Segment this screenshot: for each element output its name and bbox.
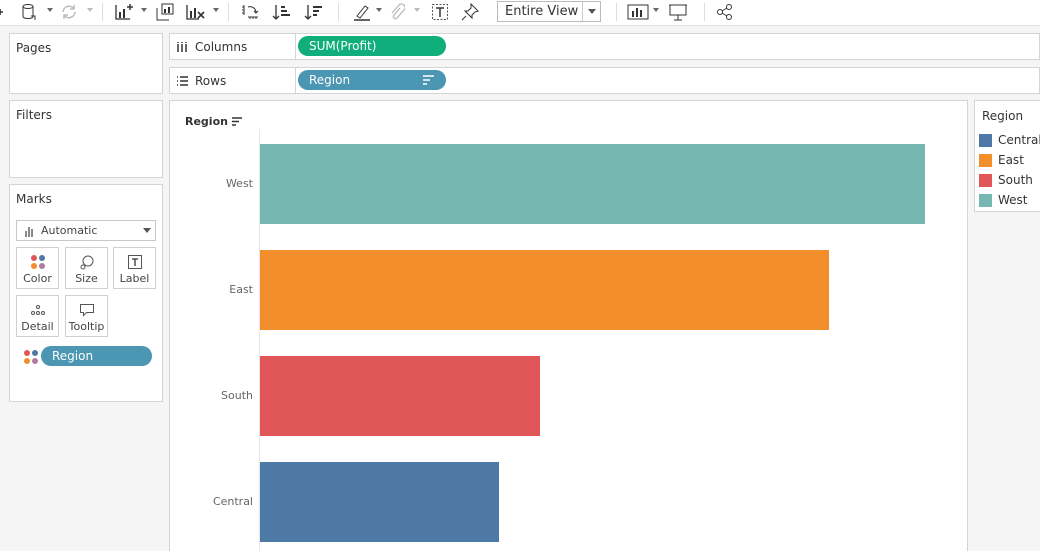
label-icon <box>127 252 143 272</box>
category-label-east[interactable]: East <box>229 283 253 296</box>
sum-profit-pill[interactable]: SUM(Profit) <box>298 36 446 56</box>
mark-type-select[interactable]: Automatic <box>16 220 156 241</box>
share-icon[interactable] <box>715 2 735 22</box>
size-label: Size <box>75 272 98 285</box>
color-button[interactable]: Color <box>16 247 59 289</box>
marks-title: Marks <box>16 192 52 206</box>
bar-central[interactable] <box>260 462 499 542</box>
rows-shelf-header: Rows <box>170 68 296 93</box>
filters-title: Filters <box>16 108 52 122</box>
toolbar-divider <box>616 3 617 21</box>
sort-ascending-icon[interactable] <box>272 2 292 22</box>
highlight-icon[interactable] <box>352 2 372 22</box>
labels-icon[interactable] <box>430 2 450 22</box>
label-button[interactable]: Label <box>113 247 156 289</box>
label-label: Label <box>119 272 150 285</box>
chart-area: Region West East South Central <box>169 100 968 551</box>
columns-icon <box>177 41 187 52</box>
filters-card[interactable]: Filters <box>9 100 163 178</box>
add-datasource-icon[interactable] <box>0 2 6 22</box>
view-mode-value: Entire View <box>505 4 579 19</box>
toolbar-divider <box>228 3 229 21</box>
toolbar-divider <box>338 3 339 21</box>
legend-item-central[interactable]: Central <box>979 133 1040 147</box>
legend-item-south[interactable]: South <box>979 173 1033 187</box>
presentation-icon[interactable] <box>668 2 688 22</box>
region-header-label: Region <box>185 115 228 128</box>
region-color-pill-label: Region <box>52 349 94 363</box>
detail-icon <box>30 300 46 320</box>
bar-south[interactable] <box>260 356 540 436</box>
toolbar-divider <box>704 3 705 21</box>
chevron-down-icon[interactable] <box>87 8 93 12</box>
chevron-down-icon[interactable] <box>582 2 600 21</box>
color-icon <box>30 252 46 272</box>
sort-descending-icon[interactable] <box>304 2 324 22</box>
chevron-down-icon[interactable] <box>213 8 219 12</box>
legend-label: East <box>998 153 1024 167</box>
tooltip-label: Tooltip <box>68 320 105 333</box>
sum-profit-pill-label: SUM(Profit) <box>309 39 377 53</box>
sort-icon[interactable] <box>231 117 242 126</box>
category-label-west[interactable]: West <box>226 177 253 190</box>
region-row-pill[interactable]: Region <box>298 70 446 90</box>
chevron-down-icon[interactable] <box>47 8 53 12</box>
pin-icon[interactable] <box>460 2 480 22</box>
view-mode-select[interactable]: Entire View <box>497 1 601 22</box>
legend-item-west[interactable]: West <box>979 193 1028 207</box>
chevron-down-icon[interactable] <box>139 228 155 233</box>
pages-title: Pages <box>16 41 52 55</box>
show-me-icon[interactable] <box>627 2 649 22</box>
bar-mark-icon <box>17 225 41 237</box>
marks-card: Marks Automatic Color Size Label Detail <box>9 184 163 402</box>
rows-shelf[interactable]: Rows Region <box>169 67 1040 94</box>
toolbar-divider <box>102 3 103 21</box>
rows-icon <box>177 75 188 86</box>
size-icon <box>79 252 95 272</box>
swap-icon[interactable] <box>240 2 260 22</box>
chevron-down-icon[interactable] <box>653 8 659 12</box>
refresh-icon[interactable] <box>59 2 79 22</box>
chevron-down-icon[interactable] <box>376 8 382 12</box>
pages-card[interactable]: Pages <box>9 33 163 94</box>
legend-swatch <box>979 173 992 187</box>
duplicate-sheet-icon[interactable] <box>155 2 175 22</box>
chevron-down-icon[interactable] <box>141 8 147 12</box>
region-field-header[interactable]: Region <box>185 115 242 128</box>
detail-button[interactable]: Detail <box>16 295 59 337</box>
columns-shelf-header: Columns <box>170 34 296 59</box>
legend-label: Central <box>998 133 1040 147</box>
columns-label: Columns <box>195 39 248 54</box>
tooltip-icon <box>79 300 95 320</box>
toolbar: Entire View <box>0 0 1040 26</box>
color-icon <box>23 349 39 368</box>
tooltip-button[interactable]: Tooltip <box>65 295 108 337</box>
color-legend: Region Central East South West <box>974 100 1040 212</box>
sort-icon[interactable] <box>423 75 434 85</box>
legend-item-east[interactable]: East <box>979 153 1024 167</box>
datasource-icon[interactable] <box>20 2 38 22</box>
legend-title: Region <box>982 109 1024 123</box>
bar-east[interactable] <box>260 250 829 330</box>
region-color-pill[interactable]: Region <box>41 346 152 366</box>
color-label: Color <box>23 272 52 285</box>
legend-swatch <box>979 133 992 147</box>
size-button[interactable]: Size <box>65 247 108 289</box>
legend-label: South <box>998 173 1033 187</box>
chevron-down-icon[interactable] <box>414 8 420 12</box>
legend-swatch <box>979 193 992 207</box>
bar-west[interactable] <box>260 144 925 224</box>
group-icon[interactable] <box>388 2 406 22</box>
category-label-south[interactable]: South <box>221 389 253 402</box>
rows-label: Rows <box>195 73 227 88</box>
legend-label: West <box>998 193 1028 207</box>
clear-sheet-icon[interactable] <box>185 2 207 22</box>
region-row-pill-label: Region <box>309 73 351 87</box>
detail-label: Detail <box>21 320 54 333</box>
columns-shelf[interactable]: Columns SUM(Profit) <box>169 33 1040 60</box>
mark-type-value: Automatic <box>41 224 98 237</box>
new-sheet-icon[interactable] <box>113 2 135 22</box>
category-label-central[interactable]: Central <box>213 495 253 508</box>
legend-swatch <box>979 153 992 167</box>
